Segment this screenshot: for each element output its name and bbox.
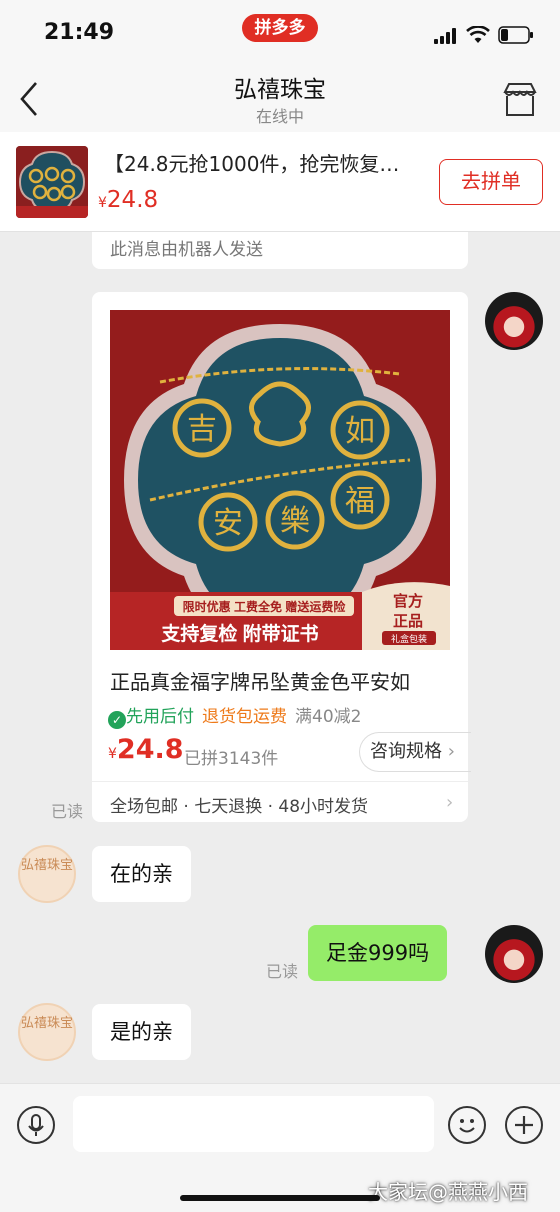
- app-badge[interactable]: 拼多多: [242, 14, 318, 42]
- emoji-icon: [459, 1119, 475, 1133]
- price-value: 24.8: [106, 187, 159, 213]
- svg-text:吉: 吉: [187, 412, 217, 447]
- status-bar: 21:49 拼多多: [0, 0, 560, 66]
- price-value: 24.8: [116, 734, 184, 765]
- card-tags: ✓ 先用后付 退货包运费 满40减2: [108, 702, 458, 729]
- shop-avatar[interactable]: 弘禧珠宝: [18, 1003, 76, 1061]
- svg-text:福: 福: [345, 484, 375, 519]
- divider: [92, 781, 468, 782]
- home-indicator: [180, 1195, 380, 1201]
- user-avatar[interactable]: [485, 292, 543, 350]
- store-icon[interactable]: [500, 82, 540, 118]
- online-status: 在线中: [255, 107, 304, 126]
- shop-avatar[interactable]: 弘禧珠宝: [18, 845, 76, 903]
- watermark: 大家坛@燕燕小西: [368, 1180, 528, 1204]
- message-input[interactable]: [73, 1096, 434, 1152]
- plus-icon: [515, 1116, 533, 1134]
- message-bubble-incoming[interactable]: 是的亲: [92, 1004, 191, 1060]
- read-status: 已读: [266, 962, 299, 981]
- message-bubble-outgoing[interactable]: 足金999吗: [308, 925, 448, 981]
- official-badge-sub: 礼盒包装: [391, 633, 427, 645]
- product-image[interactable]: 吉 如 安 樂 福 限时优惠 工费全免 赠送运费险 支持复检 附带证书 官方 正…: [110, 310, 450, 650]
- product-title[interactable]: 【24.8元抢1000件，抢完恢复…: [104, 148, 424, 177]
- svg-text:如: 如: [345, 414, 375, 449]
- product-thumbnail[interactable]: [16, 146, 88, 218]
- consult-label: 咨询规格: [370, 741, 442, 762]
- card-title[interactable]: 正品真金福字牌吊坠黄金色平安如: [110, 666, 455, 695]
- svg-text:安: 安: [213, 506, 243, 541]
- promo-small-text: 限时优惠 工费全免 赠送运费险: [183, 599, 347, 614]
- shop-avatar-text: 弘禧珠宝: [20, 1016, 73, 1031]
- emoji-button[interactable]: [448, 1106, 486, 1144]
- chevron-right-icon: ›: [446, 792, 454, 813]
- tag-free-return: 退货包运费: [202, 707, 287, 727]
- svg-text:樂: 樂: [280, 504, 310, 539]
- more-button[interactable]: [505, 1106, 543, 1144]
- tag-discount: 满40减2: [295, 707, 362, 727]
- voice-button[interactable]: [17, 1106, 55, 1144]
- shop-avatar-text: 弘禧珠宝: [20, 858, 73, 873]
- status-time: 21:49: [44, 20, 115, 45]
- signal-icon: [434, 28, 456, 44]
- chat-title: 弘禧珠宝: [234, 77, 326, 103]
- wifi-icon: [466, 26, 490, 43]
- group-buy-button[interactable]: 去拼单: [439, 159, 543, 205]
- robot-note: 此消息由机器人发送: [92, 232, 468, 269]
- consult-spec-button[interactable]: 咨询规格 ›: [359, 732, 471, 772]
- chevron-right-icon: ›: [447, 741, 455, 762]
- official-badge-top: 官方: [393, 592, 423, 610]
- battery-icon: [498, 26, 533, 44]
- promo-big-text: 支持复检 附带证书: [160, 622, 318, 645]
- currency-symbol: ¥: [98, 195, 107, 211]
- tag-pay-later: 先用后付: [126, 707, 194, 727]
- read-status: 已读: [51, 802, 84, 821]
- currency-symbol: ¥: [108, 746, 117, 762]
- nav-bar: 弘禧珠宝 在线中: [0, 66, 560, 132]
- microphone-icon: [28, 1114, 44, 1136]
- sold-count: 已拼3143件: [184, 749, 279, 769]
- product-price: ¥24.8: [98, 187, 158, 213]
- service-info[interactable]: 全场包邮 · 七天退换 · 48小时发货: [110, 792, 368, 817]
- message-bubble-incoming[interactable]: 在的亲: [92, 846, 191, 902]
- user-avatar[interactable]: [485, 925, 543, 983]
- product-card[interactable]: 吉 如 安 樂 福 限时优惠 工费全免 赠送运费险 支持复检 附带证书 官方 正…: [92, 292, 471, 822]
- card-price: ¥24.8: [108, 734, 184, 765]
- input-bar: 大家坛@燕燕小西: [0, 1083, 560, 1212]
- official-badge-mid: 正品: [393, 612, 423, 630]
- pay-later-icon: ✓: [108, 711, 126, 729]
- product-bar[interactable]: 【24.8元抢1000件，抢完恢复… ¥24.8 去拼单: [0, 132, 560, 232]
